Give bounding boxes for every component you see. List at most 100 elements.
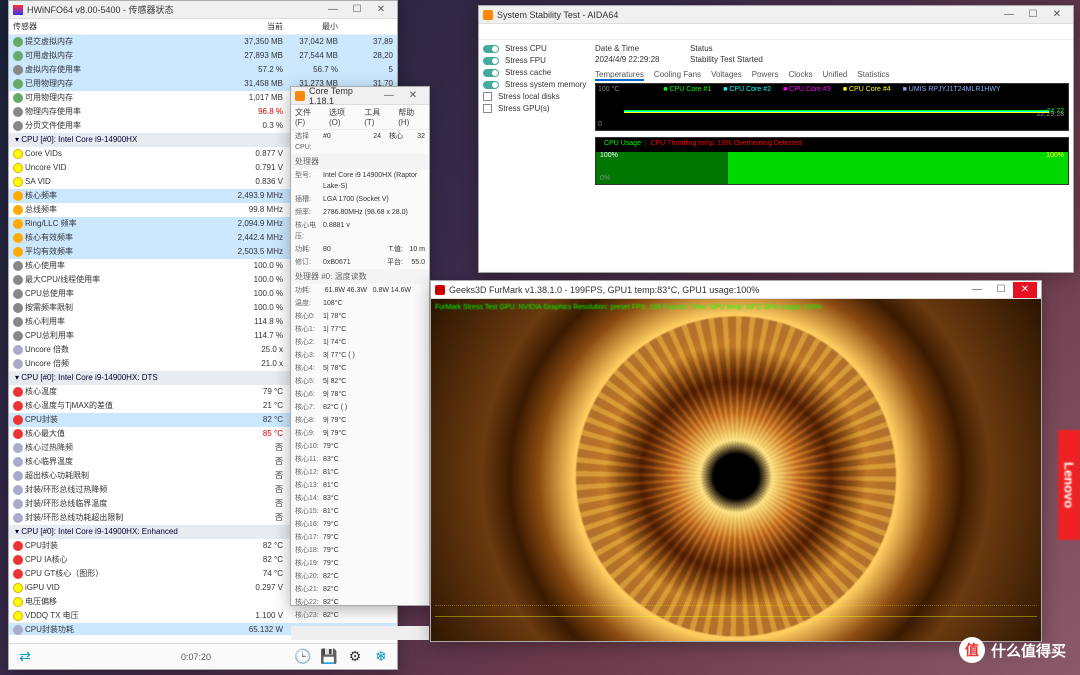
save-icon[interactable]: 💾 (319, 647, 339, 667)
checkbox[interactable] (483, 92, 492, 101)
stress-option[interactable]: Stress cache (483, 68, 587, 77)
sensor-current: 82 °C (228, 540, 283, 552)
vid-value: 0.8881 v (323, 220, 425, 242)
graph-ymax: 100 °C (598, 86, 619, 93)
tab-statistics[interactable]: Statistics (857, 70, 889, 81)
sensor-name: Uncore 倍数 (25, 344, 69, 356)
sensor-type-icon (13, 429, 23, 439)
minimize-button[interactable]: — (997, 7, 1021, 23)
menu-item[interactable]: 工具(T) (364, 107, 390, 127)
menu-item[interactable]: 选项(O) (329, 107, 356, 127)
sensor-current: 114.7 % (228, 330, 283, 342)
sensor-type-icon (13, 345, 23, 355)
rev-k: 修订: (295, 257, 323, 268)
core-value: 5| 78°C (323, 363, 425, 374)
sensor-row[interactable]: 虚拟内存使用率57.2 %56.7 %5 (9, 63, 397, 77)
sensor-current: 1,017 MB (228, 92, 283, 104)
transfer-icon[interactable]: ⇄ (15, 647, 35, 667)
tab-cooling-fans[interactable]: Cooling Fans (654, 70, 701, 81)
sensor-name: VDDQ TX 电压 (25, 610, 79, 622)
watermark-smzdm: 值 什么值得买 (959, 637, 1066, 663)
furmark-icon (435, 285, 445, 295)
sensor-current: 114.8 % (228, 316, 283, 328)
sensor-type-icon (13, 303, 23, 313)
cpu-sel-value[interactable]: #0 (323, 131, 359, 153)
core-temp-row: 核心6:9| 78°C (291, 388, 429, 401)
close-button[interactable]: ✕ (401, 88, 425, 104)
core-label: 核心10: (295, 441, 323, 452)
aida-titlebar[interactable]: System Stability Test - AIDA64 — ☐ ✕ (479, 6, 1073, 24)
sensor-current: 2,503.5 MHz (228, 246, 283, 258)
furmark-window: Geeks3D FurMark v1.38.1.0 - 199FPS, GPU1… (430, 280, 1042, 642)
sensor-type-icon (13, 555, 23, 565)
minimize-button[interactable]: — (965, 282, 989, 298)
tab-unified[interactable]: Unified (822, 70, 847, 81)
maximize-button[interactable]: ☐ (345, 2, 369, 18)
close-button[interactable]: ✕ (1013, 282, 1037, 298)
clock-icon[interactable]: 🕒 (293, 647, 313, 667)
toggle-switch[interactable] (483, 81, 499, 89)
sensor-current: 2,493.9 MHz (228, 190, 283, 202)
stress-option[interactable]: Stress FPU (483, 56, 587, 65)
close-button[interactable]: ✕ (369, 2, 393, 18)
tab-voltages[interactable]: Voltages (711, 70, 742, 81)
sensor-min: 27,544 MB (283, 50, 338, 62)
toggle-switch[interactable] (483, 57, 499, 65)
hwinfo-titlebar[interactable]: HWiNFO64 v8.00-5400 - 传感器状态 — ☐ ✕ (9, 1, 397, 19)
tab-powers[interactable]: Powers (752, 70, 779, 81)
menu-item[interactable]: 帮助(H) (398, 107, 425, 127)
legend-entry: ■ CPU Core #1 (663, 86, 711, 93)
settings-icon[interactable]: ⚙ (345, 647, 365, 667)
core-value: 9| 79°C (323, 415, 425, 426)
coretemp-menubar[interactable]: 文件(F) 选项(O) 工具(T) 帮助(H) (291, 105, 429, 130)
maximize-button[interactable]: ☐ (989, 282, 1013, 298)
stress-option[interactable]: Stress CPU (483, 44, 587, 53)
snowflake-icon[interactable]: ❄ (371, 647, 391, 667)
stress-option[interactable]: Stress GPU(s) (483, 104, 587, 113)
sensor-row[interactable]: 可用虚拟内存27,893 MB27,544 MB28,20 (9, 49, 397, 63)
rev-v: 0xB0671 (323, 257, 381, 268)
coretemp-icon (295, 91, 305, 101)
toggle-switch[interactable] (483, 45, 499, 53)
checkbox[interactable] (483, 104, 492, 113)
core-label: 核心4: (295, 363, 323, 374)
sensor-type-icon (13, 247, 23, 257)
stress-option[interactable]: Stress local disks (483, 92, 587, 101)
sensor-name: CPU GT核心（图形） (25, 568, 103, 580)
minimize-button[interactable]: — (377, 88, 401, 104)
stress-option[interactable]: Stress system memory (483, 80, 587, 89)
core-label: 核心19: (295, 558, 323, 569)
cpu-sel-label: 选择 CPU: (295, 131, 323, 153)
tab-temperatures[interactable]: Temperatures (595, 70, 644, 81)
sensor-type-icon (13, 499, 23, 509)
sensor-current: 96.8 % (228, 106, 283, 118)
toggle-switch[interactable] (483, 69, 499, 77)
coretemp-ad-bar (291, 626, 429, 640)
maximize-button[interactable]: ☐ (1021, 7, 1045, 23)
sensor-row[interactable]: 提交虚拟内存37,350 MB37,042 MB37,89 (9, 35, 397, 49)
core-value: 5| 82°C (323, 376, 425, 387)
core-value: 9| 79°C (323, 428, 425, 439)
core-value: 79°C (323, 532, 425, 543)
minimize-button[interactable]: — (321, 2, 345, 18)
core-label: 核心2: (295, 337, 323, 348)
coretemp-titlebar[interactable]: Core Temp 1.18.1 — ✕ (291, 87, 429, 105)
sensor-name: Uncore VID (25, 162, 66, 174)
furmark-titlebar[interactable]: Geeks3D FurMark v1.38.1.0 - 199FPS, GPU1… (431, 281, 1041, 299)
core-temp-row: 核心9:9| 79°C (291, 427, 429, 440)
sensor-name: 核心温度与TjMAX的差值 (25, 400, 113, 412)
sensor-current: 25.0 x (228, 344, 283, 356)
tab-clocks[interactable]: Clocks (788, 70, 812, 81)
sensor-current: 82 °C (228, 554, 283, 566)
sensor-current: 100.0 % (228, 274, 283, 286)
watermark-lenovo: Lenovo (1058, 430, 1080, 540)
sensor-current: 57.2 % (228, 64, 283, 76)
sensor-name: 核心临界温度 (25, 456, 73, 468)
close-button[interactable]: ✕ (1045, 7, 1069, 23)
sensor-current: 2,442.4 MHz (228, 232, 283, 244)
sensor-current: 0.297 V (228, 582, 283, 594)
sensor-current: 27,893 MB (228, 50, 283, 62)
menu-item[interactable]: 文件(F) (295, 107, 321, 127)
pwr-k: 功耗: (295, 244, 323, 255)
sensor-current: 79 °C (228, 386, 283, 398)
